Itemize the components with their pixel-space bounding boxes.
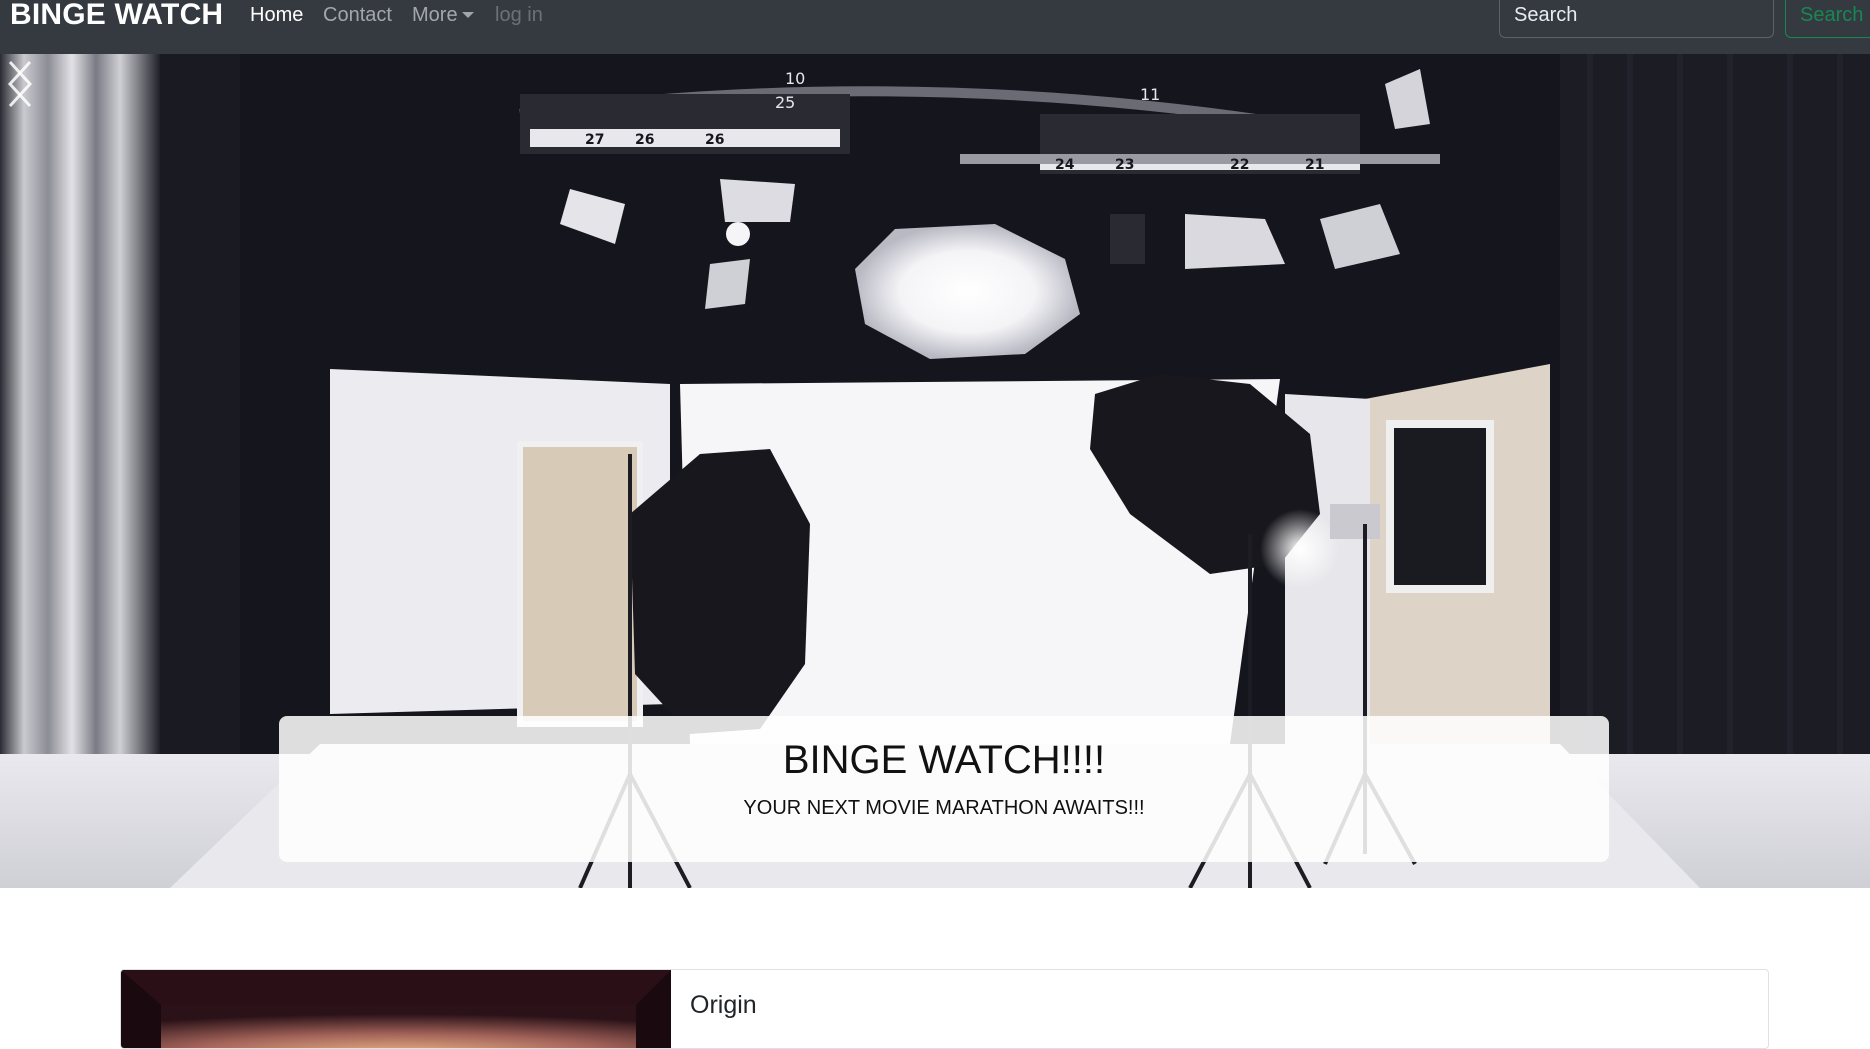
caret-down-icon [461, 12, 474, 18]
rail-number: 26 [635, 132, 654, 148]
search-input[interactable] [1499, 0, 1774, 38]
nav-link-contact[interactable]: Contact [323, 0, 392, 30]
nav-link-home[interactable]: Home [250, 0, 303, 30]
rail-number: 11 [1140, 85, 1160, 104]
chevron-right-icon[interactable] [0, 54, 40, 114]
hero-carousel: 27 26 26 24 23 22 21 10 25 11 BINGE WATC… [0, 54, 1870, 888]
rail-number: 25 [775, 93, 795, 112]
rail-number: 10 [785, 69, 805, 88]
nav-dropdown-more[interactable]: More [412, 0, 474, 30]
movie-card[interactable]: Origin [120, 969, 1769, 1049]
caption-subtitle: YOUR NEXT MOVIE MARATHON AWAITS!!! [743, 797, 1145, 819]
rail-number: 23 [1115, 157, 1134, 173]
brand-logo[interactable]: BINGE WATCH [10, 0, 223, 30]
rail-number: 24 [1055, 157, 1075, 173]
nav-dropdown-more-label: More [412, 4, 458, 26]
rail-number: 22 [1230, 157, 1249, 173]
caption-title: BINGE WATCH!!!! [782, 738, 1106, 782]
rail-number: 26 [705, 132, 724, 148]
carousel-caption: BINGE WATCH!!!! YOUR NEXT MOVIE MARATHON… [279, 716, 1609, 862]
nav-link-login[interactable]: log in [495, 0, 543, 30]
rail-number: 21 [1305, 157, 1324, 173]
search-button[interactable]: Search [1785, 0, 1870, 38]
rail-number: 27 [585, 132, 604, 148]
card-title: Origin [690, 991, 757, 1019]
navbar: BINGE WATCH Home Contact More log in Sea… [0, 0, 1870, 54]
movie-poster [121, 970, 671, 1048]
